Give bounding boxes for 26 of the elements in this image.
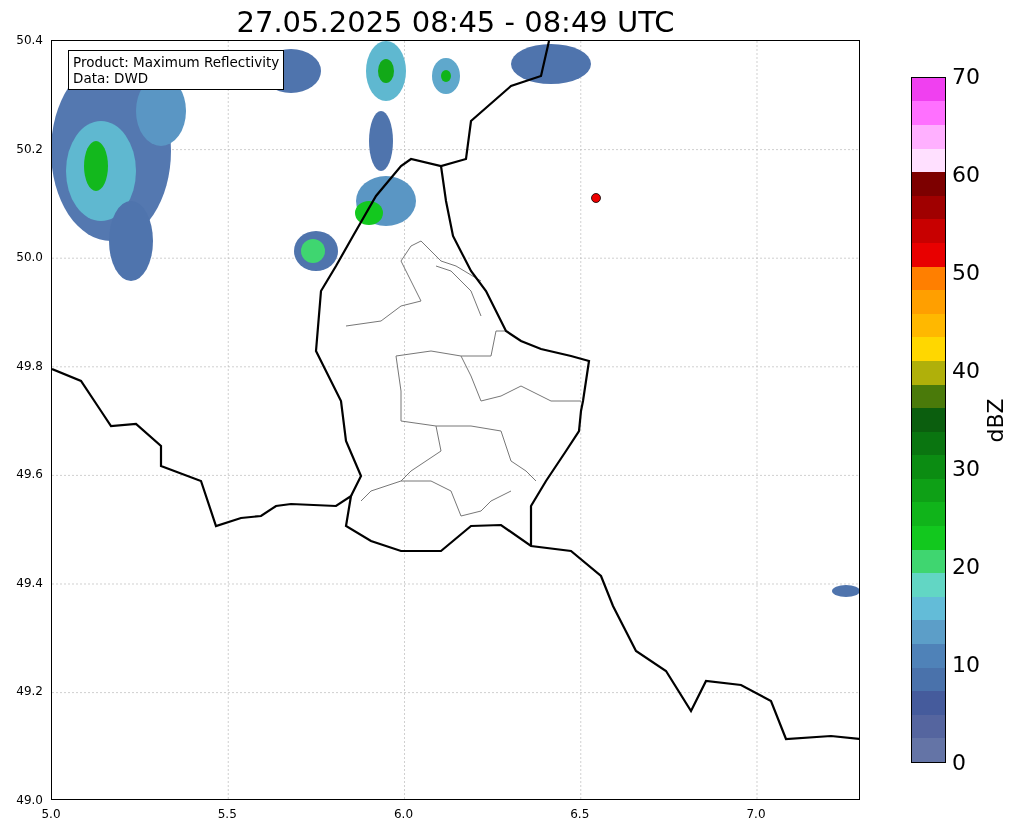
- info-text: Data: DWD: [73, 70, 150, 86]
- x-axis-label: 6.5: [570, 807, 590, 821]
- y-axis-label: 50.4: [16, 33, 44, 47]
- colorbar-tick-label: 70: [951, 64, 980, 90]
- x-axis-label: 5.5: [217, 807, 237, 821]
- colorbar-tick-label: 50: [951, 260, 980, 286]
- y-axis-label: 49.0: [16, 792, 44, 807]
- y-axis-label: 50.2: [16, 141, 44, 156]
- location-marker-icon: [591, 193, 601, 203]
- colorbar-tick-label: 60: [951, 162, 980, 188]
- colorbar-tick-label: 20: [951, 554, 980, 580]
- colorbar-tick-label: 40: [951, 358, 980, 384]
- y-axis-label: 49.4: [16, 575, 44, 590]
- colorbar-tick-label: 0: [951, 750, 967, 776]
- colorbar-label: dBZ: [982, 397, 1008, 443]
- x-axis-label: 6.0: [393, 807, 414, 821]
- y-axis-label: 49.8: [16, 358, 44, 373]
- colorbar-tick-label: 30: [951, 456, 980, 482]
- x-axis-label: 5.0: [41, 807, 61, 821]
- colorbar-tick-label: 10: [951, 652, 980, 678]
- info-text: Product: Maximum Reflectivity: [73, 54, 280, 70]
- y-axis-label: 49.2: [16, 684, 44, 699]
- y-axis-label: 49.6: [16, 467, 44, 482]
- y-axis-label: 50.0: [16, 250, 44, 265]
- chart-title: 27.05.2025 08:45 - 08:49 UTC: [235, 4, 676, 40]
- x-axis-label: 7.0: [746, 807, 766, 821]
